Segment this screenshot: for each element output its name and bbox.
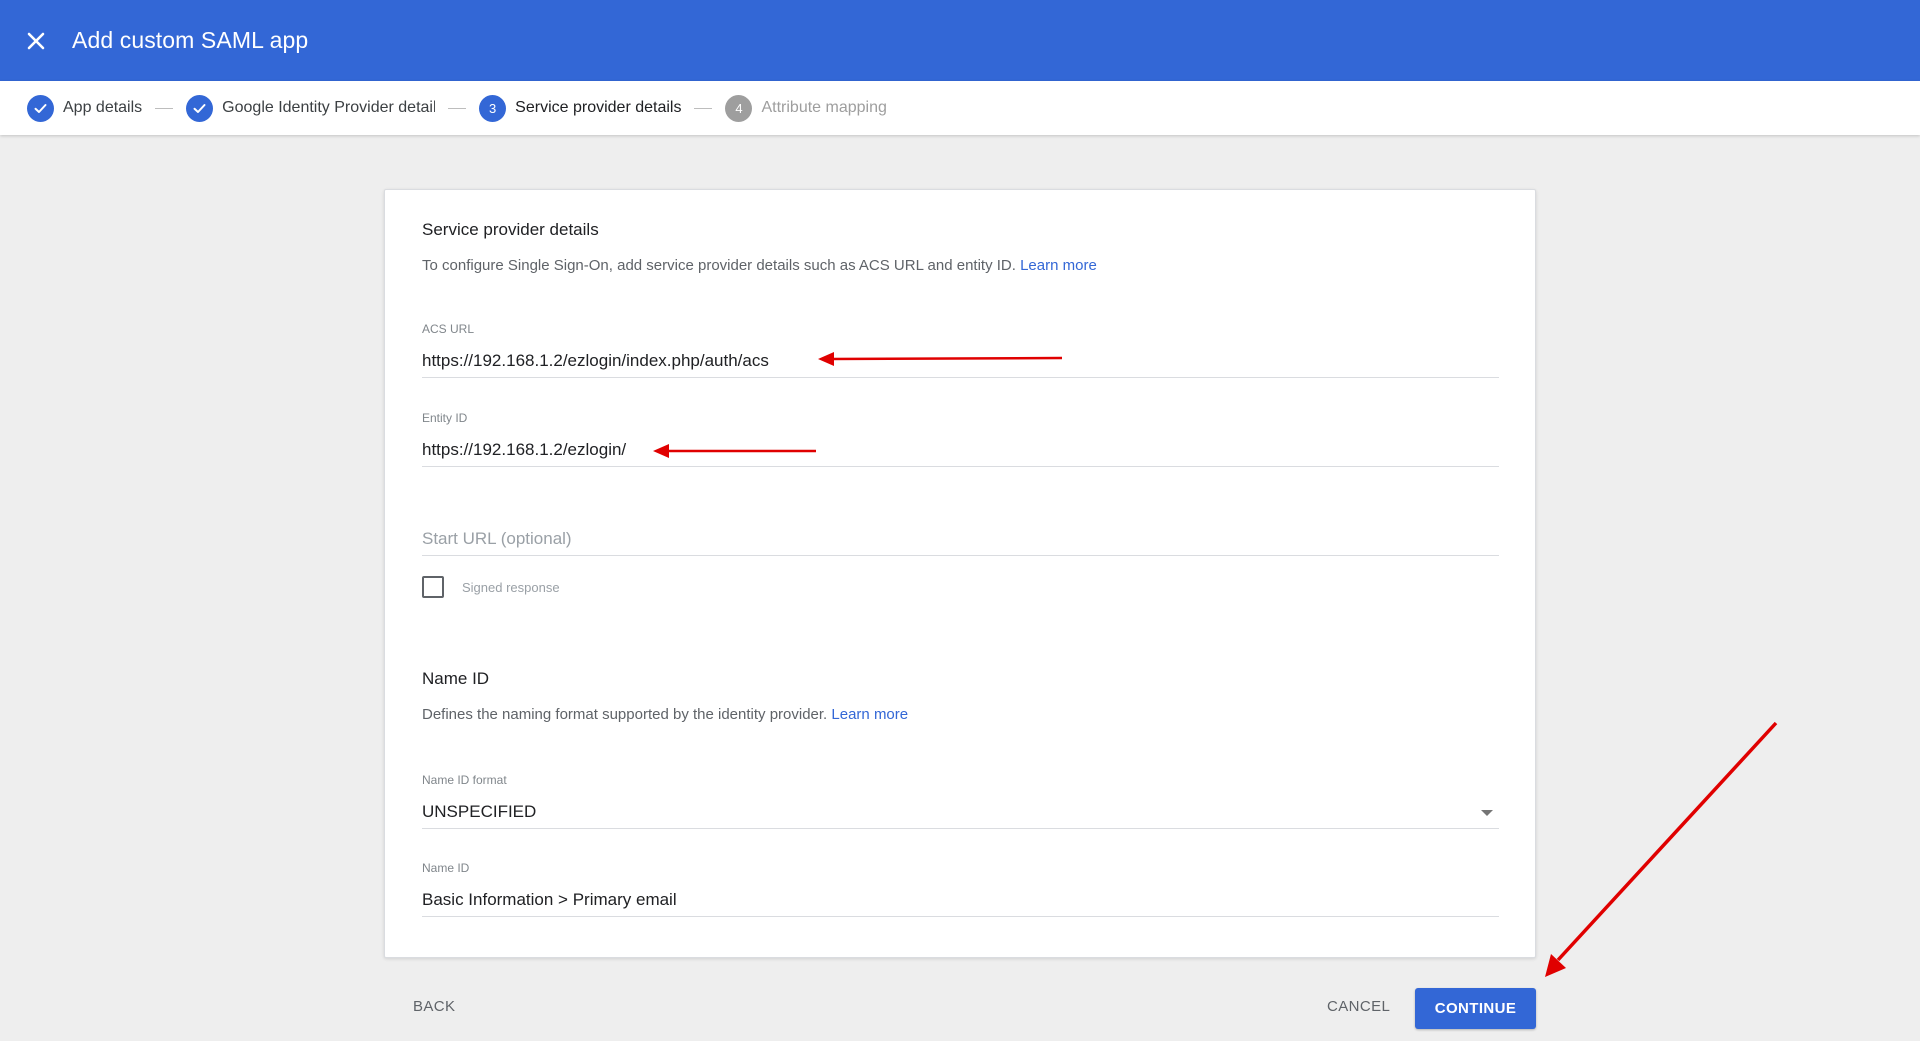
checkbox-label: Signed response [462, 579, 560, 595]
step-service-provider-details[interactable]: 3 Service provider details [479, 94, 682, 122]
step-number-badge: 4 [725, 94, 753, 122]
cancel-button[interactable]: CANCEL [1327, 998, 1390, 1015]
select-value: Basic Information > Primary email [422, 890, 677, 909]
back-button[interactable]: BACK [413, 998, 455, 1015]
step-label: Service provider details [515, 99, 682, 116]
step-number-badge: 3 [479, 94, 507, 122]
step-separator [155, 107, 174, 109]
step-attribute-mapping[interactable]: 4 Attribute mapping [725, 94, 887, 122]
signed-response-checkbox[interactable] [422, 576, 444, 598]
step-label: Google Identity Provider details [222, 99, 436, 116]
learn-more-link[interactable]: Learn more [1020, 257, 1097, 274]
entity-id-input[interactable] [422, 440, 1499, 460]
step-complete-check-icon [27, 94, 54, 122]
signed-response-row: Signed response [422, 576, 560, 598]
step-app-details[interactable]: App details [27, 94, 143, 122]
close-button[interactable] [16, 21, 56, 61]
field-label: Name ID format [422, 773, 507, 787]
section-description: To configure Single Sign-On, add service… [422, 257, 1097, 274]
arrow-to-continue [1545, 721, 1778, 977]
dropdown-arrow-icon [1481, 810, 1493, 816]
acs-url-input[interactable] [422, 351, 1499, 371]
learn-more-link[interactable]: Learn more [831, 706, 908, 723]
stepper: App details Google Identity Provider det… [0, 81, 1920, 135]
acs-url-field: ACS URL [422, 322, 1499, 378]
select-value: UNSPECIFIED [422, 802, 537, 821]
page-title: Add custom SAML app [72, 27, 309, 53]
continue-button[interactable]: CONTINUE [1415, 988, 1536, 1029]
close-icon [27, 32, 45, 49]
section-title: Service provider details [422, 220, 599, 239]
step-separator [448, 107, 467, 109]
step-label: App details [63, 99, 143, 116]
entity-id-field: Entity ID [422, 411, 1499, 467]
step-google-idp-details[interactable]: Google Identity Provider details [186, 94, 436, 122]
start-url-field [422, 500, 1499, 556]
start-url-input[interactable] [422, 529, 1499, 549]
step-label: Attribute mapping [761, 99, 887, 116]
service-provider-card: Service provider details To configure Si… [384, 189, 1536, 958]
field-label: ACS URL [422, 322, 475, 336]
top-app-bar: Add custom SAML app [0, 0, 1920, 81]
name-id-select[interactable]: Name ID Basic Information > Primary emai… [422, 861, 1499, 917]
step-complete-check-icon [186, 94, 214, 122]
name-id-description: Defines the naming format supported by t… [422, 706, 909, 723]
step-separator [694, 107, 713, 109]
field-label: Name ID [422, 861, 470, 875]
name-id-format-select[interactable]: Name ID format UNSPECIFIED [422, 773, 1499, 829]
field-label: Entity ID [422, 411, 468, 425]
name-id-title: Name ID [422, 669, 490, 688]
